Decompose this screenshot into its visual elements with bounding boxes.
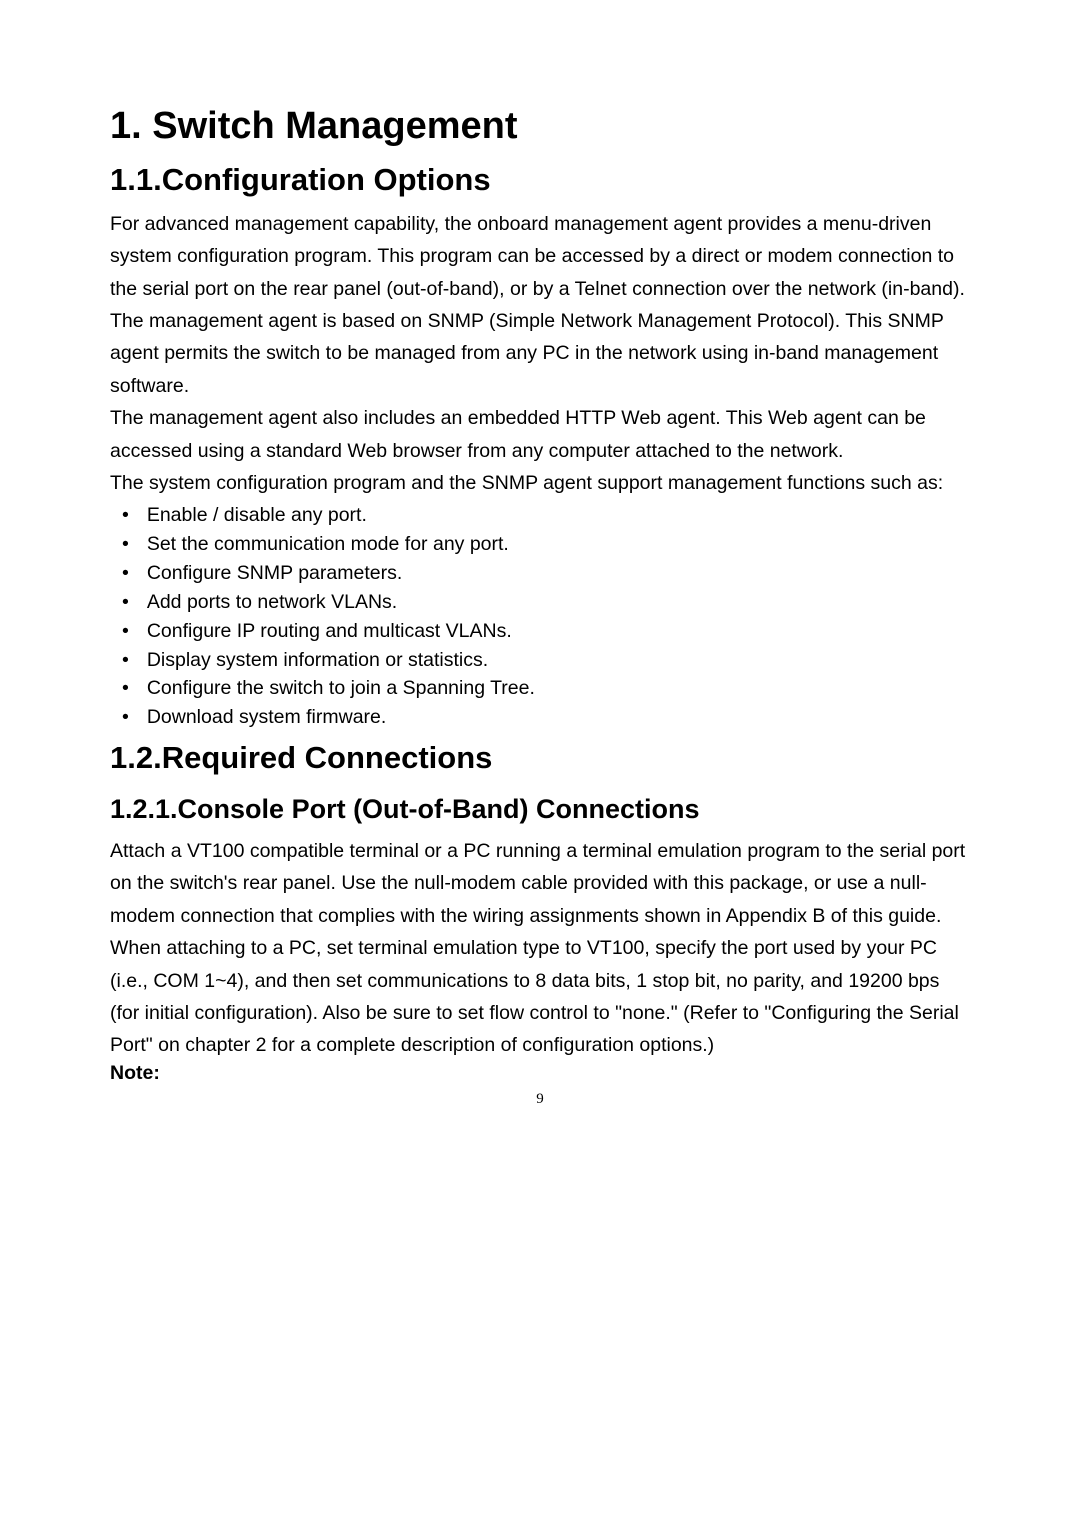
bullet-icon: • (122, 501, 129, 530)
list-item: • Configure IP routing and multicast VLAN… (122, 617, 970, 646)
list-item: • Display system information or statistic… (122, 646, 970, 675)
list-item-text: Enable / disable any port. (147, 501, 367, 530)
bullet-icon: • (122, 617, 129, 646)
heading-1: 1. Switch Management (110, 105, 970, 148)
bullet-icon: • (122, 674, 129, 703)
heading-3-console-port: 1.2.1.Console Port (Out-of-Band) Connect… (110, 794, 970, 825)
heading-2-required-connections: 1.2.Required Connections (110, 740, 970, 776)
paragraph-console-2: When attaching to a PC, set terminal emu… (110, 932, 970, 1061)
list-item-text: Display system information or statistics… (147, 646, 488, 675)
list-item-text: Configure IP routing and multicast VLANs… (147, 617, 512, 646)
list-item: • Set the communication mode for any port… (122, 530, 970, 559)
bullet-icon: • (122, 530, 129, 559)
feature-list: • Enable / disable any port. • Set the com… (110, 501, 970, 732)
paragraph-intro-4: The system configuration program and the… (110, 467, 970, 499)
bullet-icon: • (122, 703, 129, 732)
list-item-text: Configure the switch to join a Spanning … (147, 674, 535, 703)
paragraph-intro-2: The management agent is based on SNMP (S… (110, 305, 970, 402)
paragraph-intro-3: The management agent also includes an em… (110, 402, 970, 467)
note-label: Note: (110, 1062, 970, 1085)
list-item-text: Configure SNMP parameters. (147, 559, 402, 588)
list-item: • Enable / disable any port. (122, 501, 970, 530)
heading-2-configuration-options: 1.1.Configuration Options (110, 162, 970, 198)
list-item: • Configure SNMP parameters. (122, 559, 970, 588)
page-number: 9 (110, 1091, 970, 1108)
list-item: • Download system firmware. (122, 703, 970, 732)
list-item-text: Set the communication mode for any port. (147, 530, 509, 559)
paragraph-console-1: Attach a VT100 compatible terminal or a … (110, 835, 970, 932)
list-item-text: Download system firmware. (147, 703, 386, 732)
bullet-icon: • (122, 646, 129, 675)
bullet-icon: • (122, 588, 129, 617)
list-item-text: Add ports to network VLANs. (147, 588, 397, 617)
paragraph-intro-1: For advanced management capability, the … (110, 208, 970, 305)
list-item: • Configure the switch to join a Spanning… (122, 674, 970, 703)
bullet-icon: • (122, 559, 129, 588)
list-item: • Add ports to network VLANs. (122, 588, 970, 617)
